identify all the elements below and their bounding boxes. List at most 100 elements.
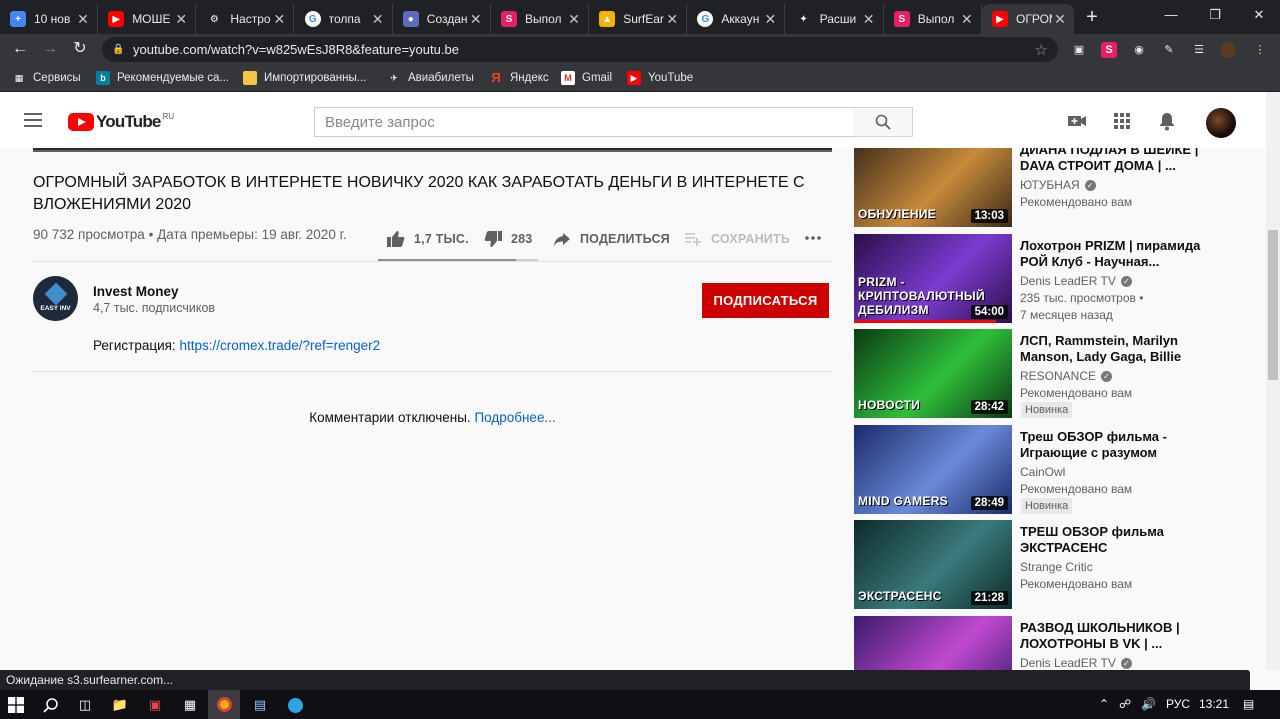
- tab-close-icon[interactable]: ✕: [664, 11, 680, 28]
- volume-icon[interactable]: 🔊: [1141, 697, 1156, 711]
- recommended-video-title[interactable]: РАЗВОД ШКОЛЬНИКОВ | ЛОХОТРОНЫ В VK | ...: [1020, 620, 1220, 652]
- tray-expand-icon[interactable]: ⌃: [1099, 697, 1109, 711]
- learn-more-link[interactable]: Подробнее...: [474, 410, 555, 425]
- telegram-icon[interactable]: [285, 695, 305, 715]
- video-thumbnail[interactable]: MIND GAMERS 28:49: [854, 425, 1012, 514]
- user-avatar[interactable]: [1206, 108, 1236, 138]
- notepad-icon[interactable]: ▤: [250, 695, 270, 715]
- browser-tab[interactable]: ✦ Расши ✕: [786, 4, 884, 34]
- bookmark-item[interactable]: ▦ Сервисы: [12, 70, 81, 86]
- channel-name[interactable]: Invest Money: [93, 284, 179, 299]
- tab-close-icon[interactable]: ✕: [861, 11, 877, 28]
- chrome-taskbar-icon[interactable]: [208, 690, 240, 719]
- video-thumbnail[interactable]: НОВОСТИ 28:42: [854, 329, 1012, 418]
- more-actions-button[interactable]: [803, 228, 831, 248]
- browser-tab[interactable]: S Выпол ✕: [884, 4, 982, 34]
- recommended-video[interactable]: ЭКСТРАСЕНС 21:28 ТРЕШ ОБЗОР фильма ЭКСТРАС…: [854, 520, 1254, 612]
- subscribe-button[interactable]: ПОДПИСАТЬСЯ: [702, 283, 829, 318]
- video-thumbnail[interactable]: MineGame MineBOT: [854, 616, 1012, 670]
- reload-button[interactable]: ↻: [68, 38, 92, 62]
- language-indicator[interactable]: РУС: [1166, 697, 1190, 711]
- recommended-video-title[interactable]: Треш ОБЗОР фильма - Играющие с разумом: [1020, 429, 1220, 461]
- bookmark-item[interactable]: b Рекомендуемые са...: [96, 70, 229, 86]
- recommended-video[interactable]: PRIZM - КРИПТОВАЛЮТНЫЙ ДЕБИЛИЗМ 54:00 Лохо…: [854, 234, 1254, 326]
- browser-tab[interactable]: ▶ МОШЕ ✕: [98, 4, 197, 34]
- bookmark-item[interactable]: ✈ Авиабилеты: [387, 70, 474, 86]
- video-thumbnail[interactable]: ЭКСТРАСЕНС 21:28: [854, 520, 1012, 609]
- recommended-channel[interactable]: ЮТУБНАЯ ✓: [1020, 178, 1096, 192]
- menu-hamburger-icon[interactable]: [24, 113, 42, 127]
- address-bar[interactable]: 🔒 youtube.com/watch?v=w825wEsJ8R8&featur…: [102, 37, 1058, 62]
- tab-close-icon[interactable]: ✕: [468, 11, 484, 28]
- browser-tab[interactable]: ⚙ Настро ✕: [196, 4, 295, 34]
- browser-tab[interactable]: ▶ ОГРОМ✕: [982, 4, 1074, 34]
- bookmark-star-icon[interactable]: ☆: [1035, 41, 1048, 59]
- browser-tab[interactable]: S Выпол ✕: [491, 4, 589, 34]
- recommended-channel[interactable]: Denis LeadER TV ✓: [1020, 656, 1132, 670]
- app-icon[interactable]: ▣: [145, 695, 165, 715]
- cube-extension-icon[interactable]: ▣: [1071, 42, 1087, 58]
- network-icon[interactable]: ☍: [1119, 697, 1131, 711]
- recommended-channel[interactable]: CainOwl: [1020, 465, 1065, 479]
- profile-avatar-icon[interactable]: [1220, 42, 1236, 58]
- recommended-channel[interactable]: Strange Critic: [1020, 560, 1093, 574]
- browser-tab[interactable]: +10 нов ✕: [0, 4, 98, 34]
- tab-close-icon[interactable]: ✕: [75, 11, 91, 28]
- back-button[interactable]: ←: [8, 38, 32, 62]
- dislike-button[interactable]: 283: [483, 229, 532, 249]
- taskbar-search-icon[interactable]: [41, 695, 61, 715]
- youtube-logo[interactable]: YouTube RU: [68, 112, 174, 132]
- tab-close-icon[interactable]: ✕: [271, 11, 287, 28]
- tab-close-icon[interactable]: ✕: [370, 11, 386, 28]
- recommended-video[interactable]: MineGame MineBOTРАЗВОД ШКОЛЬНИКОВ | ЛОХО…: [854, 616, 1254, 670]
- apps-grid-icon[interactable]: [1111, 110, 1133, 132]
- bookmark-item[interactable]: Импортированны...: [243, 70, 366, 86]
- new-tab-button[interactable]: +: [1080, 6, 1104, 30]
- recommended-video[interactable]: ОБНУЛЕНИЕ 13:03 ДИАНА ПОДЛАЯ В ШЕЙКЕ | DAV…: [854, 148, 1254, 230]
- recommended-video-title[interactable]: ДИАНА ПОДЛАЯ В ШЕЙКЕ | DAVA СТРОИТ ДОМА …: [1020, 148, 1220, 174]
- tab-close-icon[interactable]: ✕: [566, 11, 582, 28]
- calculator-icon[interactable]: ▦: [180, 695, 200, 715]
- tab-close-icon[interactable]: ✕: [959, 11, 975, 28]
- notifications-center-icon[interactable]: ▤: [1243, 697, 1254, 711]
- task-view-icon[interactable]: ◫: [75, 695, 95, 715]
- description-link[interactable]: https://cromex.trade/?ref=renger2: [179, 338, 380, 353]
- shield-extension-icon[interactable]: ◉: [1131, 42, 1147, 58]
- bookmark-item[interactable]: M Gmail: [561, 70, 612, 86]
- browser-tab[interactable]: G Аккаун ✕: [687, 4, 786, 34]
- search-input[interactable]: [314, 107, 854, 137]
- bookmark-item[interactable]: ▶ YouTube: [627, 70, 693, 86]
- create-video-icon[interactable]: [1066, 110, 1088, 132]
- video-thumbnail[interactable]: PRIZM - КРИПТОВАЛЮТНЫЙ ДЕБИЛИЗМ 54:00: [854, 234, 1012, 323]
- recommended-video-title[interactable]: ЛСП, Rammstein, Marilyn Manson, Lady Gag…: [1020, 333, 1220, 365]
- save-button[interactable]: СОХРАНИТЬ: [683, 229, 790, 249]
- forward-button[interactable]: →: [38, 38, 62, 62]
- recommended-channel[interactable]: Denis LeadER TV ✓: [1020, 274, 1132, 288]
- close-window-button[interactable]: ✕: [1236, 4, 1280, 28]
- puzzle-extension-icon[interactable]: ✎: [1161, 42, 1177, 58]
- browser-tab[interactable]: Gтолпа ✕: [295, 4, 393, 34]
- file-explorer-icon[interactable]: 📁: [110, 695, 130, 715]
- notifications-bell-icon[interactable]: [1156, 110, 1178, 132]
- minimize-button[interactable]: —: [1148, 4, 1194, 28]
- browser-tab[interactable]: ● Создан ✕: [393, 4, 491, 34]
- scrollbar-thumb[interactable]: [1268, 230, 1278, 380]
- tab-close-icon[interactable]: ✕: [762, 11, 778, 28]
- share-button[interactable]: ПОДЕЛИТЬСЯ: [552, 229, 670, 249]
- recommended-video[interactable]: MIND GAMERS 28:49 Треш ОБЗОР фильма - Игра…: [854, 425, 1254, 517]
- tab-close-icon[interactable]: ✕: [173, 11, 189, 28]
- bookmark-item[interactable]: Я Яндекс: [489, 70, 549, 86]
- recommended-video-title[interactable]: ТРЕШ ОБЗОР фильма ЭКСТРАСЕНС: [1020, 524, 1220, 556]
- like-button[interactable]: 1,7 ТЫС.: [386, 229, 469, 249]
- channel-avatar[interactable]: EASY INV: [33, 276, 78, 321]
- media-control-icon[interactable]: ☰: [1191, 42, 1207, 58]
- recommended-video-title[interactable]: Лохотрон PRIZM | пирамида РОЙ Клуб - Нау…: [1020, 238, 1220, 270]
- search-button[interactable]: [853, 107, 913, 137]
- video-player-bottom-edge[interactable]: [33, 148, 832, 152]
- video-thumbnail[interactable]: ОБНУЛЕНИЕ 13:03: [854, 148, 1012, 227]
- tab-close-icon[interactable]: ✕: [1052, 11, 1068, 28]
- surfearner-extension-icon[interactable]: S: [1101, 42, 1117, 58]
- recommended-channel[interactable]: RESONANCE ✓: [1020, 369, 1113, 383]
- page-scrollbar[interactable]: [1266, 92, 1280, 670]
- browser-menu-icon[interactable]: ⋮: [1252, 42, 1268, 58]
